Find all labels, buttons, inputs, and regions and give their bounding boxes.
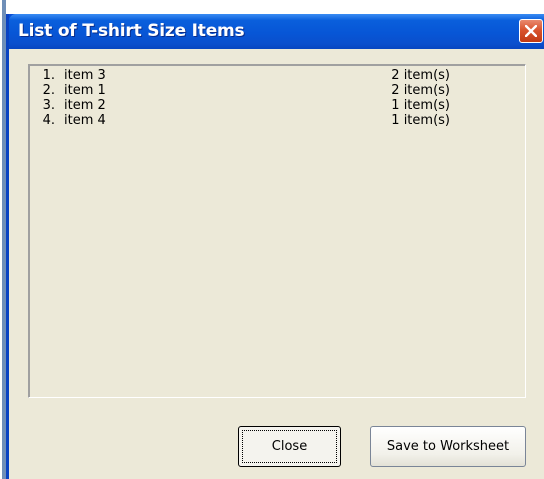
close-button[interactable]: Close xyxy=(238,426,341,467)
item-count: 2 item(s) xyxy=(391,83,450,98)
items-listbox[interactable]: 1. item 3 2 item(s) 2. item 1 2 item(s) … xyxy=(28,64,526,398)
close-icon xyxy=(525,25,537,37)
dialog-window: List of T-shirt Size Items 1. item 3 2 i… xyxy=(6,14,544,479)
list-item[interactable]: 2. item 1 2 item(s) xyxy=(29,83,525,98)
save-button-label: Save to Worksheet xyxy=(386,439,510,454)
item-number: 3. xyxy=(42,98,55,113)
list-item[interactable]: 4. item 4 1 item(s) xyxy=(29,113,525,128)
item-number: 2. xyxy=(42,83,55,98)
item-name: item 4 xyxy=(64,113,106,128)
item-count: 1 item(s) xyxy=(391,98,450,113)
item-count: 1 item(s) xyxy=(391,113,450,128)
item-number: 4. xyxy=(42,113,55,128)
dialog-client-area: 1. item 3 2 item(s) 2. item 1 2 item(s) … xyxy=(9,49,544,479)
window-title: List of T-shirt Size Items xyxy=(18,21,245,41)
screen: List of T-shirt Size Items 1. item 3 2 i… xyxy=(0,0,544,479)
save-to-worksheet-button[interactable]: Save to Worksheet xyxy=(370,426,526,467)
window-close-button[interactable] xyxy=(519,19,543,43)
focus-rectangle xyxy=(242,430,337,463)
item-name: item 1 xyxy=(64,83,106,98)
list-item[interactable]: 1. item 3 2 item(s) xyxy=(29,68,525,83)
title-bar[interactable]: List of T-shirt Size Items xyxy=(9,14,544,49)
item-name: item 2 xyxy=(64,98,106,113)
list-item[interactable]: 3. item 2 1 item(s) xyxy=(29,98,525,113)
item-name: item 3 xyxy=(64,68,106,83)
item-count: 2 item(s) xyxy=(391,68,450,83)
item-number: 1. xyxy=(42,68,55,83)
